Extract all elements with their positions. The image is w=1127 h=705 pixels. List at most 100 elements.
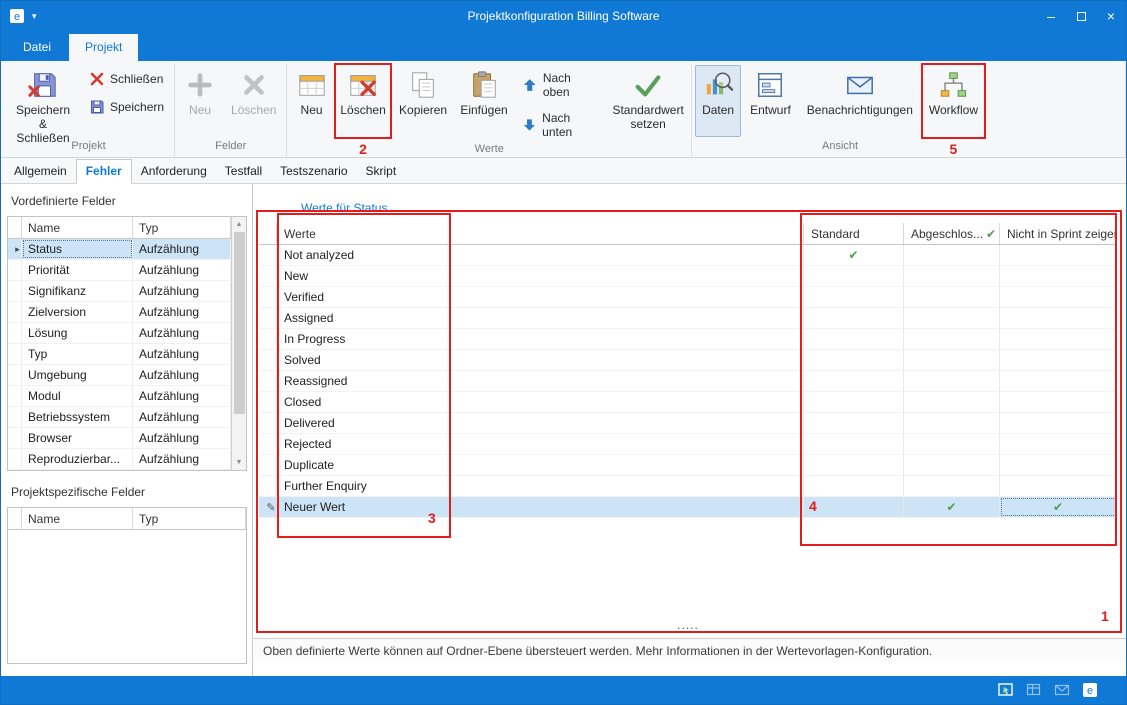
fields-scrollbar[interactable]: ▲ ▼ xyxy=(231,217,246,470)
value-row[interactable]: New xyxy=(259,266,1117,287)
minimize-button[interactable]: – xyxy=(1036,1,1066,31)
column-header-typ[interactable]: Typ xyxy=(133,508,246,529)
column-header-werte[interactable]: Werte xyxy=(277,223,804,244)
copy-icon xyxy=(408,70,438,100)
column-header-standard[interactable]: Standard xyxy=(804,223,904,244)
predefined-field-row[interactable]: TypAufzählung xyxy=(8,344,231,365)
close-button[interactable]: × xyxy=(1096,1,1126,31)
maximize-button[interactable] xyxy=(1066,1,1096,31)
entwurf-button[interactable]: Entwurf xyxy=(743,65,798,137)
column-header-abgeschlossen[interactable]: Abgeschlos... ✔ xyxy=(904,223,1000,244)
value-row[interactable]: Duplicate xyxy=(259,455,1117,476)
column-header-label: Standard xyxy=(811,227,860,241)
sprint-cell xyxy=(1000,329,1117,349)
grid-icon[interactable] xyxy=(1026,682,1042,698)
tab-fehler[interactable]: Fehler xyxy=(76,159,132,184)
button-label: Löschen xyxy=(231,104,276,118)
group-label-felder: Felder xyxy=(178,139,283,157)
workflow-icon xyxy=(938,70,968,100)
nach-unten-button[interactable]: Nach unten xyxy=(515,108,606,142)
row-indicator xyxy=(259,476,277,496)
mail-small-icon[interactable] xyxy=(1054,682,1070,698)
button-label: Speichern & Schließen xyxy=(13,104,73,145)
logo-icon[interactable]: e xyxy=(1082,682,1098,698)
felder-neu-button[interactable]: Neu xyxy=(178,65,222,137)
value-row[interactable]: Not analyzed✔ xyxy=(259,245,1117,266)
kopieren-button[interactable]: Kopieren xyxy=(393,65,452,137)
column-header-typ[interactable]: Typ xyxy=(133,217,231,238)
scroll-up-icon[interactable]: ▲ xyxy=(232,217,246,232)
value-row[interactable]: In Progress xyxy=(259,329,1117,350)
werte-neu-button[interactable]: Neu xyxy=(290,65,332,137)
predefined-field-row[interactable]: PrioritätAufzählung xyxy=(8,260,231,281)
tab-testszenario[interactable]: Testszenario xyxy=(271,160,356,183)
sprint-cell: ✔ xyxy=(1000,497,1117,517)
column-header-name[interactable]: Name xyxy=(22,217,133,238)
field-name-cell: Status xyxy=(22,239,133,259)
workflow-button[interactable]: Workflow 5 xyxy=(922,65,985,137)
fields-sidebar: Vordefinierte Felder Name Typ ▸StatusAuf… xyxy=(1,184,253,676)
tab-datei[interactable]: Datei xyxy=(7,34,67,61)
schliessen-button[interactable]: Schließen xyxy=(82,68,171,90)
scrollbar-thumb[interactable] xyxy=(234,232,245,414)
group-label-werte: Werte xyxy=(290,142,688,157)
quick-access-chevron-icon[interactable]: ▾ xyxy=(32,11,37,22)
field-name-cell: Priorität xyxy=(22,260,133,280)
row-indicator xyxy=(8,323,22,343)
value-row[interactable]: Delivered xyxy=(259,413,1117,434)
value-row[interactable]: Verified xyxy=(259,287,1117,308)
column-header-name[interactable]: Name xyxy=(22,508,133,529)
scroll-down-icon[interactable]: ▼ xyxy=(232,455,246,470)
window-controls: – × xyxy=(1036,1,1126,31)
predefined-field-row[interactable]: BrowserAufzählung xyxy=(8,428,231,449)
values-panel-title: Werte für Status xyxy=(253,184,1126,223)
sprint-cell xyxy=(1000,266,1117,286)
predefined-field-row[interactable]: ModulAufzählung xyxy=(8,386,231,407)
standardwert-setzen-button[interactable]: Standardwert setzen xyxy=(608,65,688,137)
predefined-field-row[interactable]: Reproduzierbar...Aufzählung xyxy=(8,449,231,470)
row-indicator xyxy=(8,365,22,385)
werte-loeschen-button[interactable]: Löschen 2 xyxy=(335,65,392,137)
predefined-field-row[interactable]: LösungAufzählung xyxy=(8,323,231,344)
speichern-schliessen-button[interactable]: Speichern & Schließen xyxy=(6,65,80,137)
row-indicator xyxy=(259,308,277,328)
button-label: Schließen xyxy=(110,72,163,86)
speichern-button[interactable]: Speichern xyxy=(82,96,171,118)
value-row[interactable]: ✎Neuer Wert✔✔ xyxy=(259,497,1117,518)
benachrichtigungen-button[interactable]: Benachrichtigungen xyxy=(800,65,920,137)
row-indicator xyxy=(259,329,277,349)
predefined-field-row[interactable]: UmgebungAufzählung xyxy=(8,365,231,386)
value-cell: Rejected xyxy=(277,434,804,454)
field-name-cell: Typ xyxy=(22,344,133,364)
predefined-field-row[interactable]: BetriebssystemAufzählung xyxy=(8,407,231,428)
field-typ-cell: Aufzählung xyxy=(133,260,231,280)
nach-oben-button[interactable]: Nach oben xyxy=(515,68,606,102)
value-row[interactable]: Closed xyxy=(259,392,1117,413)
value-row[interactable]: Rejected xyxy=(259,434,1117,455)
tab-projekt[interactable]: Projekt xyxy=(69,34,138,61)
predefined-field-row[interactable]: ZielversionAufzählung xyxy=(8,302,231,323)
tab-skript[interactable]: Skript xyxy=(357,160,406,183)
felder-loeschen-button[interactable]: Löschen xyxy=(224,65,283,137)
tab-testfall[interactable]: Testfall xyxy=(216,160,271,183)
group-label-ansicht: Ansicht xyxy=(695,139,985,157)
row-indicator xyxy=(259,371,277,391)
tab-allgemein[interactable]: Allgemein xyxy=(5,160,76,183)
daten-button[interactable]: Daten xyxy=(695,65,741,137)
value-row[interactable]: Solved xyxy=(259,350,1117,371)
content-area: Vordefinierte Felder Name Typ ▸StatusAuf… xyxy=(1,184,1126,676)
value-row[interactable]: Assigned xyxy=(259,308,1117,329)
tab-anforderung[interactable]: Anforderung xyxy=(132,160,216,183)
predefined-field-row[interactable]: SignifikanzAufzählung xyxy=(8,281,231,302)
row-indicator xyxy=(8,260,22,280)
column-header-sprint[interactable]: Nicht in Sprint zeigen xyxy=(1000,223,1117,244)
einfuegen-button[interactable]: Einfügen xyxy=(455,65,514,137)
abgeschlossen-cell xyxy=(904,392,1000,412)
value-row[interactable]: Further Enquiry xyxy=(259,476,1117,497)
ribbon-tab-bar: Datei Projekt xyxy=(1,31,1126,61)
panel-pointer-icon[interactable] xyxy=(998,682,1014,698)
value-row[interactable]: Reassigned xyxy=(259,371,1117,392)
predefined-field-row[interactable]: ▸StatusAufzählung xyxy=(8,239,231,260)
field-name-cell: Zielversion xyxy=(22,302,133,322)
value-cell: Assigned xyxy=(277,308,804,328)
